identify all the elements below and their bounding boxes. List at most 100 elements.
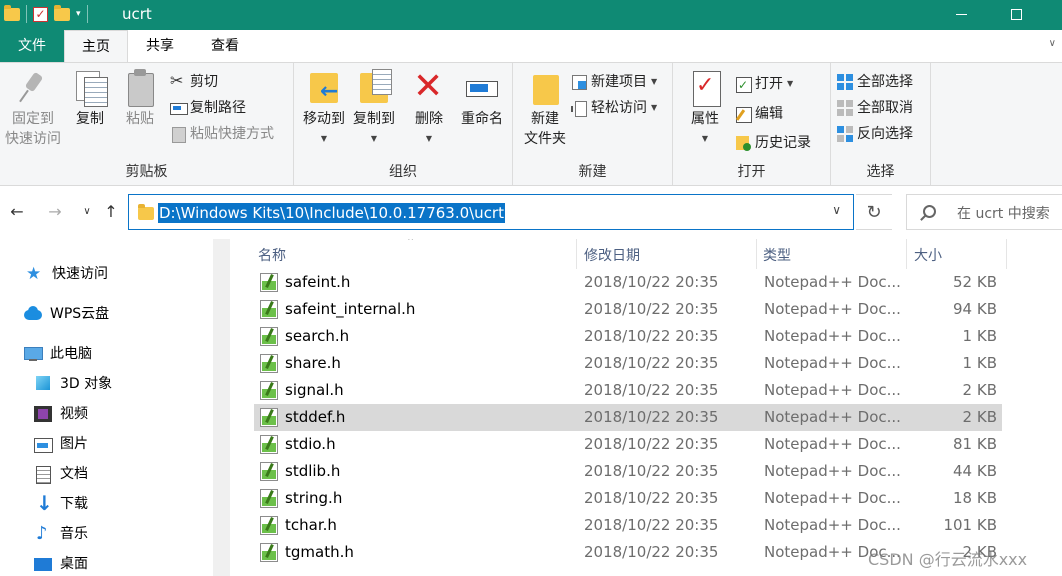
notepad-file-icon xyxy=(260,543,278,562)
search-placeholder[interactable]: 在 ucrt 中搜索 xyxy=(957,203,1050,223)
select-all-button[interactable]: 全部选择 xyxy=(837,71,913,93)
table-row[interactable]: signal.h 2018/10/22 20:35 Notepad++ Doc...… xyxy=(254,377,1002,404)
column-header-type[interactable]: 类型 xyxy=(763,243,903,269)
customize-toolbar-dropdown[interactable]: ▾ xyxy=(76,9,81,19)
new-folder-label-line1: 新建 xyxy=(531,111,559,127)
file-size: 2 KB xyxy=(962,381,997,399)
copy-path-button[interactable]: 复制路径 xyxy=(170,97,246,119)
table-row[interactable]: tchar.h 2018/10/22 20:35 Notepad++ Doc... 1… xyxy=(254,512,1002,539)
easy-access-button[interactable]: 轻松访问 ▼ xyxy=(571,97,657,119)
notepad-file-icon xyxy=(260,300,278,319)
address-bar[interactable]: D:\Windows Kits\10\Include\10.0.17763.0\… xyxy=(128,194,854,230)
back-button[interactable]: ← xyxy=(6,201,28,223)
select-none-button[interactable]: 全部取消 xyxy=(837,97,913,119)
new-folder-button[interactable]: 新建 文件夹 xyxy=(517,69,573,149)
star-icon xyxy=(26,261,44,287)
nav-item-music[interactable]: 音乐 xyxy=(34,521,88,547)
notepad-file-icon xyxy=(260,516,278,535)
history-button[interactable]: 历史记录 xyxy=(735,132,811,154)
nav-item-pictures[interactable]: 图片 xyxy=(34,431,88,457)
file-name: share.h xyxy=(285,354,341,372)
table-row[interactable]: safeint.h 2018/10/22 20:35 Notepad++ Doc..… xyxy=(254,269,1002,296)
column-divider[interactable] xyxy=(756,239,757,269)
column-header-name[interactable]: 名称 xyxy=(258,243,558,269)
file-type: Notepad++ Doc... xyxy=(764,462,901,480)
nav-item-downloads[interactable]: 下载 xyxy=(34,490,88,517)
move-to-button[interactable]: 移动到 ▼ xyxy=(298,69,350,149)
tab-share[interactable]: 共享 xyxy=(128,30,192,62)
file-type: Notepad++ Doc... xyxy=(764,489,901,507)
maximize-button[interactable] xyxy=(993,0,1039,30)
file-date: 2018/10/22 20:35 xyxy=(584,408,719,426)
table-row[interactable]: safeint_internal.h 2018/10/22 20:35 Notepa… xyxy=(254,296,1002,323)
copy-path-icon xyxy=(170,100,188,116)
clipboard-group-label: 剪贴板 xyxy=(125,164,168,180)
refresh-button[interactable]: ↻ xyxy=(856,194,892,230)
ribbon-expand-chevron-icon[interactable]: ∨ xyxy=(1049,38,1056,49)
forward-button[interactable]: → xyxy=(44,201,66,223)
file-date: 2018/10/22 20:35 xyxy=(584,300,719,318)
new-folder-quick-icon[interactable] xyxy=(54,4,70,21)
column-divider[interactable] xyxy=(906,239,907,269)
table-row[interactable]: stdlib.h 2018/10/22 20:35 Notepad++ Doc...… xyxy=(254,458,1002,485)
picture-icon xyxy=(34,436,53,453)
table-row[interactable]: string.h 2018/10/22 20:35 Notepad++ Doc...… xyxy=(254,485,1002,512)
properties-button[interactable]: 属性 ▼ xyxy=(681,69,729,149)
column-divider[interactable] xyxy=(576,239,577,269)
open-button[interactable]: 打开 ▼ xyxy=(735,73,793,96)
table-row[interactable]: search.h 2018/10/22 20:35 Notepad++ Doc...… xyxy=(254,323,1002,350)
toolbar-divider xyxy=(26,5,27,23)
nav-item-this-pc[interactable]: 此电脑 xyxy=(24,341,92,367)
properties-quick-icon[interactable]: ✓ xyxy=(33,6,48,22)
select-group-label: 选择 xyxy=(866,164,895,180)
chevron-down-icon: ▼ xyxy=(425,134,433,143)
delete-label: 删除 xyxy=(415,111,443,127)
rename-button[interactable]: 重命名 xyxy=(454,69,510,129)
copy-to-button[interactable]: 复制到 ▼ xyxy=(348,69,400,149)
nav-item-documents[interactable]: 文档 xyxy=(34,461,88,487)
edit-icon xyxy=(735,106,752,123)
nav-item-desktop[interactable]: 桌面 xyxy=(34,551,88,576)
cut-button[interactable]: 剪切 xyxy=(170,70,218,93)
table-row[interactable]: share.h 2018/10/22 20:35 Notepad++ Doc... 1… xyxy=(254,350,1002,377)
copy-button[interactable]: 复制 xyxy=(68,69,112,129)
nav-item-videos[interactable]: 视频 xyxy=(34,401,88,427)
table-row[interactable]: stddef.h 2018/10/22 20:35 Notepad++ Doc...… xyxy=(254,404,1002,431)
file-type: Notepad++ Doc... xyxy=(764,354,901,372)
move-to-label: 移动到 xyxy=(303,111,345,127)
maximize-icon xyxy=(1010,8,1022,20)
minimize-button[interactable] xyxy=(938,0,984,30)
up-button[interactable]: ↑ xyxy=(100,201,122,223)
notepad-file-icon xyxy=(260,327,278,346)
new-folder-icon xyxy=(527,69,563,107)
search-box[interactable]: 在 ucrt 中搜索 xyxy=(906,194,1062,230)
paste-button[interactable]: 粘贴 xyxy=(118,69,162,129)
music-icon xyxy=(34,521,52,547)
nav-item-3d-objects[interactable]: 3D 对象 xyxy=(34,371,112,397)
paste-shortcut-button[interactable]: 粘贴快捷方式 xyxy=(170,123,274,145)
navigation-scrollbar[interactable] xyxy=(213,239,230,576)
address-dropdown[interactable]: ∨ xyxy=(832,203,841,217)
file-size: 44 KB xyxy=(953,462,997,480)
recent-locations-button[interactable]: ∨ xyxy=(76,201,98,223)
column-divider[interactable] xyxy=(1006,239,1007,269)
nav-item-quick-access[interactable]: 快速访问 xyxy=(26,261,108,287)
invert-selection-button[interactable]: 反向选择 xyxy=(837,123,913,145)
file-size: 94 KB xyxy=(953,300,997,318)
open-icon xyxy=(735,74,752,96)
file-list: ⌃ 名称 修改日期 类型 大小 safeint.h 2018/10/22 20:3… xyxy=(232,239,1062,576)
address-path[interactable]: D:\Windows Kits\10\Include\10.0.17763.0\… xyxy=(158,203,505,223)
column-header-size[interactable]: 大小 xyxy=(914,243,1004,269)
tab-file[interactable]: 文件 xyxy=(0,30,64,62)
nav-item-wps-cloud[interactable]: WPS云盘 xyxy=(24,301,109,327)
tab-home[interactable]: 主页 xyxy=(64,30,128,62)
tab-view[interactable]: 查看 xyxy=(192,30,258,62)
ribbon-tabs: 文件 主页 共享 查看 ∨ xyxy=(0,30,1062,62)
nav-item-label: 下载 xyxy=(60,496,88,512)
delete-button[interactable]: 删除 ▼ xyxy=(406,67,452,149)
column-header-date[interactable]: 修改日期 xyxy=(584,243,744,269)
new-item-button[interactable]: 新建项目 ▼ xyxy=(571,71,657,93)
pin-to-quick-access-button[interactable]: 固定到 快速访问 xyxy=(2,69,64,149)
edit-button[interactable]: 编辑 xyxy=(735,103,783,125)
table-row[interactable]: stdio.h 2018/10/22 20:35 Notepad++ Doc... 8… xyxy=(254,431,1002,458)
